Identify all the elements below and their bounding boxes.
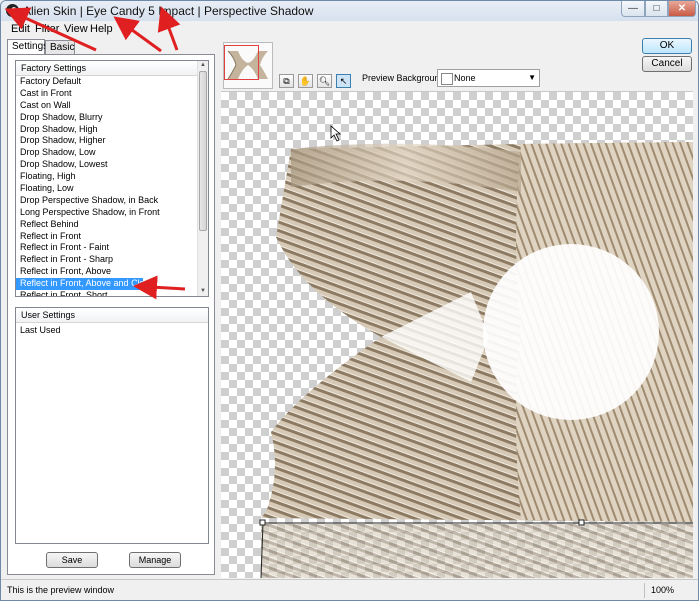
factory-setting-item[interactable]: Drop Shadow, Low <box>16 147 199 159</box>
app-window: Alien Skin | Eye Candy 5 Impact | Perspe… <box>0 0 699 601</box>
window-title: Alien Skin | Eye Candy 5 Impact | Perspe… <box>23 4 314 18</box>
factory-setting-item[interactable]: Reflect in Front - Sharp <box>16 254 199 266</box>
user-settings-header: User Settings <box>16 308 208 323</box>
color-swatch-icon <box>441 73 453 85</box>
factory-setting-item[interactable]: Drop Shadow, Lowest <box>16 159 199 171</box>
factory-setting-item[interactable]: Cast on Wall <box>16 100 199 112</box>
compare-icon[interactable]: ⧉ <box>279 74 294 88</box>
factory-setting-item[interactable]: Cast in Front <box>16 88 199 100</box>
factory-settings-list: Factory Settings Factory Default Cast in … <box>15 60 209 297</box>
save-button[interactable]: Save <box>46 552 98 568</box>
factory-settings-header: Factory Settings <box>16 61 199 76</box>
scroll-down-icon[interactable]: ▼ <box>198 287 208 296</box>
menu-help[interactable]: Help <box>90 23 113 35</box>
preview-background-value: None <box>454 73 476 83</box>
factory-setting-item[interactable]: Reflect in Front, Above <box>16 266 199 278</box>
tab-basic[interactable]: Basic <box>45 40 75 54</box>
user-setting-last-used[interactable]: Last Used <box>20 325 61 335</box>
factory-list-scrollbar[interactable]: ▲ ▼ <box>197 61 208 296</box>
factory-setting-item[interactable]: Drop Perspective Shadow, in Back <box>16 195 199 207</box>
menu-edit[interactable]: Edit <box>11 23 30 35</box>
pointer-icon[interactable]: ↖ <box>336 74 351 88</box>
factory-setting-item[interactable]: Reflect in Front <box>16 231 199 243</box>
menu-bar: Edit Filter View Help <box>1 21 698 38</box>
factory-setting-item[interactable]: Floating, High <box>16 171 199 183</box>
cancel-button[interactable]: Cancel <box>642 56 692 72</box>
zoom-level: 100% <box>651 585 675 595</box>
menu-view[interactable]: View <box>64 23 88 35</box>
preview-background-label: Preview Background: <box>362 73 448 83</box>
user-settings-list: User Settings Last Used <box>15 307 209 544</box>
factory-setting-item[interactable]: Reflect in Front, Above and Close <box>16 278 154 291</box>
factory-settings-items: Factory Default Cast in Front Cast on Wall… <box>16 76 199 296</box>
alien-skin-logo-icon <box>6 4 19 17</box>
status-divider <box>644 583 645 598</box>
preview-artwork <box>259 125 693 578</box>
factory-setting-item[interactable]: Floating, Low <box>16 183 199 195</box>
close-button[interactable]: ✕ <box>668 1 696 17</box>
scroll-thumb[interactable] <box>199 71 207 231</box>
status-bar: This is the preview window 100% <box>1 579 698 600</box>
preview-background-select[interactable]: None ▼ <box>437 69 540 87</box>
factory-setting-item[interactable]: Long Perspective Shadow, in Front <box>16 207 199 219</box>
status-text: This is the preview window <box>7 585 115 595</box>
scroll-up-icon[interactable]: ▲ <box>198 61 208 70</box>
preview-window[interactable] <box>221 91 693 578</box>
factory-setting-item[interactable]: Factory Default <box>16 76 199 88</box>
factory-setting-item[interactable]: Reflect Behind <box>16 219 199 231</box>
ok-button[interactable]: OK <box>642 38 692 54</box>
hand-icon[interactable]: ✋ <box>298 74 313 88</box>
factory-setting-item[interactable]: Drop Shadow, Higher <box>16 135 199 147</box>
navigator-viewport-frame[interactable] <box>224 45 259 80</box>
navigator-thumbnail[interactable] <box>223 42 273 89</box>
manage-button[interactable]: Manage <box>129 552 181 568</box>
maximize-button[interactable]: □ <box>645 1 668 17</box>
title-bar: Alien Skin | Eye Candy 5 Impact | Perspe… <box>1 1 698 22</box>
settings-panel: Factory Settings Factory Default Cast in … <box>7 54 215 575</box>
minimize-button[interactable]: — <box>621 1 645 17</box>
factory-setting-item[interactable]: Drop Shadow, High <box>16 124 199 136</box>
menu-filter[interactable]: Filter <box>35 23 59 35</box>
factory-setting-item[interactable]: Reflect in Front - Faint <box>16 242 199 254</box>
zoom-icon[interactable]: 🔍︎ <box>317 74 332 88</box>
factory-setting-item[interactable]: Reflect in Front, Short <box>16 290 199 296</box>
dropdown-arrow-icon: ▼ <box>528 73 536 82</box>
tab-settings[interactable]: Settings <box>7 39 48 54</box>
factory-setting-item[interactable]: Drop Shadow, Blurry <box>16 112 199 124</box>
